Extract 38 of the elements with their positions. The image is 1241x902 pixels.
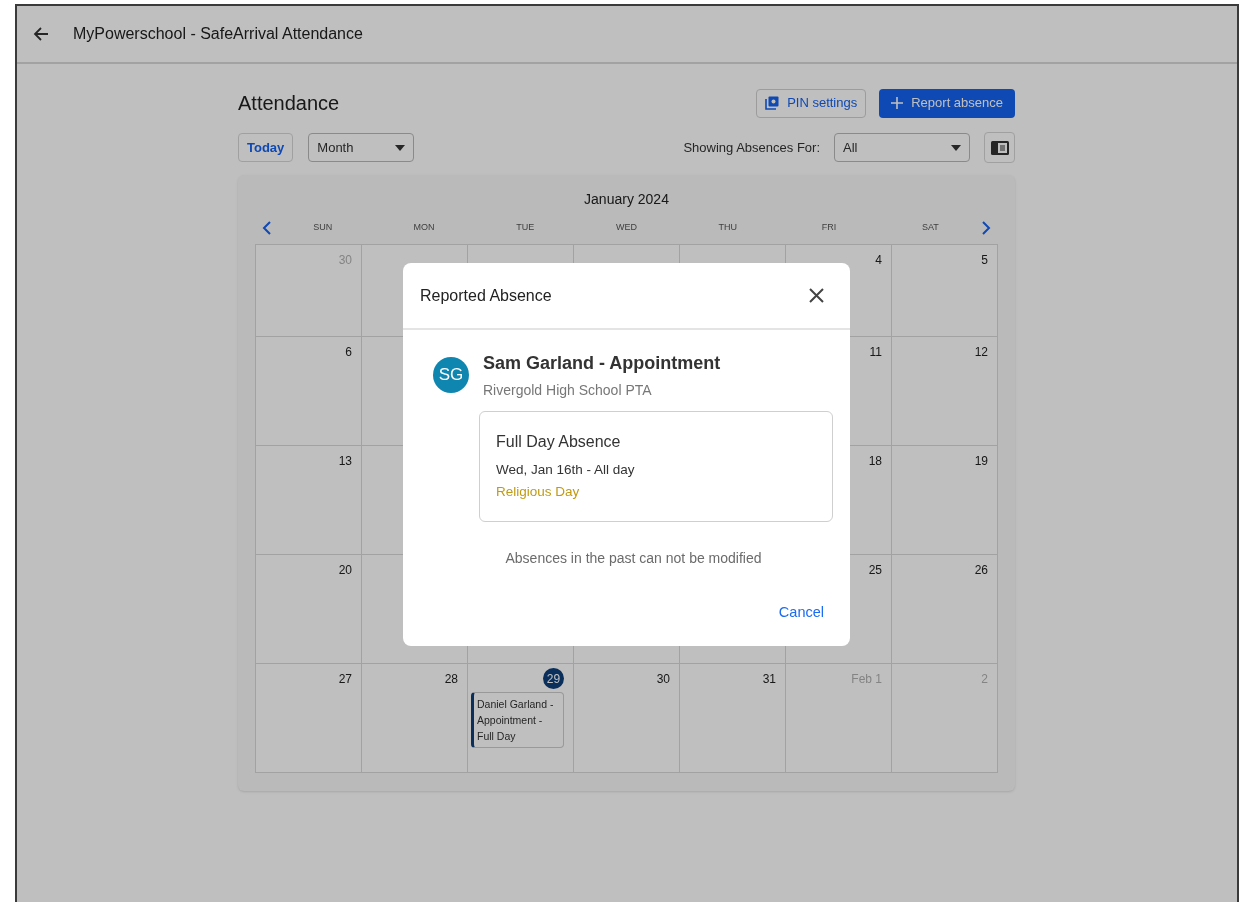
day-number: Feb 1	[851, 671, 882, 688]
day-number: 2	[981, 671, 988, 688]
day-number: 4	[875, 252, 882, 269]
month-title: January 2024	[583, 190, 670, 209]
day-number: 30	[338, 252, 352, 269]
day-number: 28	[444, 671, 458, 688]
day-number: 13	[338, 453, 352, 470]
weekday-label: FRI	[820, 221, 838, 235]
day-number: 20	[338, 562, 352, 579]
weekday-label: WED	[615, 221, 638, 235]
app-title: MyPowerschool - SafeArrival Attendance	[73, 24, 363, 44]
day-number: 27	[338, 671, 352, 688]
day-number: 19	[974, 453, 988, 470]
day-number: 5	[981, 252, 988, 269]
absence-name: Sam Garland - Appointment	[483, 352, 722, 375]
day-number: 25	[868, 562, 882, 579]
day-number: 26	[974, 562, 988, 579]
filter-label: Showing Absences For:	[683, 138, 820, 157]
weekday-label: THU	[717, 221, 739, 235]
day-number: 11	[869, 344, 882, 361]
avatar: SG	[433, 357, 469, 393]
past-absence-note: Absences in the past can not be modified	[504, 548, 763, 568]
absence-reason: Religious Day	[496, 483, 581, 502]
dialog-title: Reported Absence	[420, 285, 552, 306]
school-name: Rivergold High School PTA	[483, 381, 653, 400]
page-title: Attendance	[238, 91, 340, 116]
day-number: 29	[543, 668, 564, 689]
weekday-label: MON	[412, 221, 436, 235]
weekday-label: SUN	[312, 221, 334, 235]
weekday-label: TUE	[515, 221, 536, 235]
absence-date: Wed, Jan 16th - All day	[496, 461, 636, 479]
day-number: 30	[656, 671, 670, 688]
weekday-label: SAT	[920, 221, 940, 235]
day-number: 6	[345, 344, 352, 361]
absence-type: Full Day Absence	[496, 432, 622, 452]
day-number: 12	[974, 344, 988, 361]
day-number: 31	[762, 671, 776, 688]
day-number: 18	[868, 453, 882, 470]
